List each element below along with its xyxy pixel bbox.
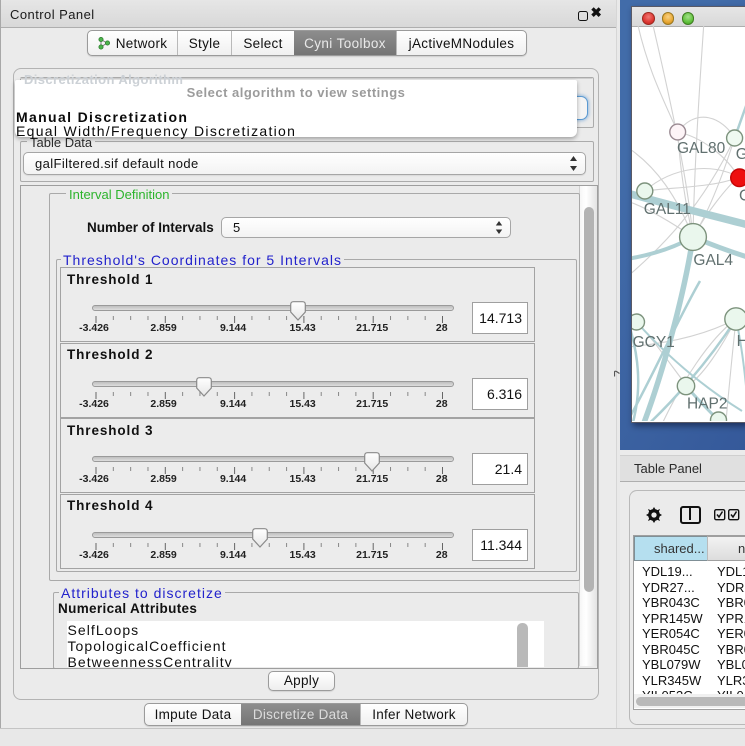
svg-text:GAL4: GAL4 bbox=[693, 252, 733, 269]
svg-text:H: H bbox=[737, 333, 745, 350]
svg-text:GAL11: GAL11 bbox=[644, 201, 691, 218]
svg-text:GAL80: GAL80 bbox=[677, 140, 726, 157]
svg-text:GCY1: GCY1 bbox=[633, 334, 675, 351]
svg-text:HAP2: HAP2 bbox=[687, 396, 728, 413]
svg-text:C: C bbox=[739, 188, 745, 205]
svg-text:G: G bbox=[736, 146, 745, 163]
